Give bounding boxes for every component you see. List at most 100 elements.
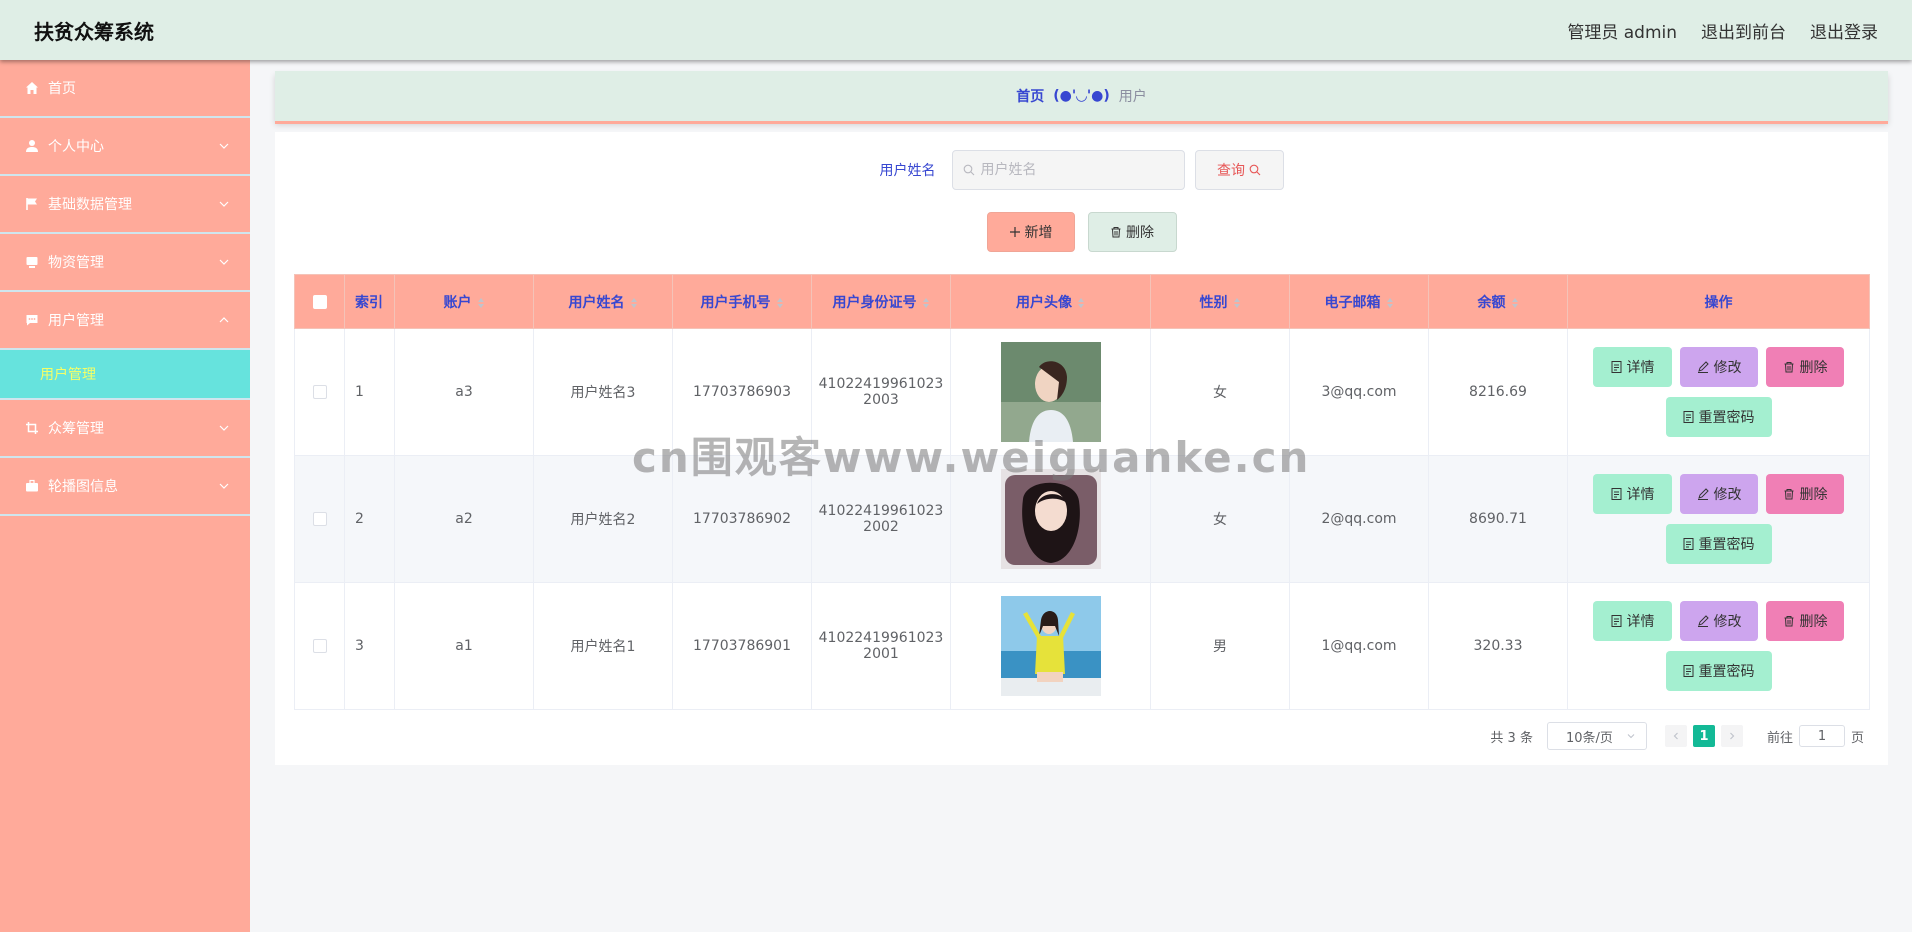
select-all-checkbox[interactable]: [312, 294, 327, 309]
sidebar-item-crowdfunding[interactable]: 众筹管理: [0, 400, 250, 458]
sidebar-item-home[interactable]: 首页: [0, 60, 250, 118]
home-icon: [24, 80, 40, 96]
cell-name: 用户姓名3: [533, 328, 673, 456]
cell-account: a1: [394, 582, 534, 710]
goto-page-input[interactable]: [1798, 725, 1845, 747]
sort-icon[interactable]: [1386, 297, 1394, 309]
sort-icon[interactable]: [1077, 297, 1085, 309]
delete-button[interactable]: 删除: [1766, 347, 1844, 387]
document-icon: [1683, 411, 1693, 423]
batch-delete-button[interactable]: 删除: [1087, 212, 1177, 252]
sidebar-item-carousel[interactable]: 轮播图信息: [0, 458, 250, 516]
select-all-cell: [294, 274, 345, 329]
row-checkbox[interactable]: [312, 512, 327, 526]
prev-page-button[interactable]: [1664, 725, 1687, 747]
user-icon: [24, 138, 40, 154]
edit-button[interactable]: 修改: [1680, 347, 1758, 387]
box-icon: [24, 254, 40, 270]
app-title: 扶贫众筹系统: [34, 19, 154, 44]
row-checkbox[interactable]: [312, 639, 327, 653]
edit-icon: [1697, 488, 1709, 500]
logout-link[interactable]: 退出登录: [1810, 18, 1878, 43]
user-avatar-image[interactable]: [1000, 596, 1101, 696]
chevron-down-icon: [219, 425, 229, 431]
edit-button[interactable]: 修改: [1680, 601, 1758, 641]
sort-icon[interactable]: [477, 297, 485, 309]
search-icon: [1249, 164, 1261, 176]
header-gender[interactable]: 性别: [1150, 274, 1290, 329]
chevron-right-icon: [1730, 732, 1735, 740]
delete-button[interactable]: 删除: [1766, 601, 1844, 641]
header-account[interactable]: 账户: [394, 274, 534, 329]
delete-button-label: 删除: [1799, 359, 1828, 375]
page-size-select[interactable]: 10条/页: [1546, 722, 1647, 750]
detail-button-label: 详情: [1626, 359, 1655, 375]
sort-icon[interactable]: [1511, 297, 1519, 309]
flag-icon: [24, 196, 40, 212]
sidebar-item-label: 个人中心: [48, 139, 104, 155]
delete-button[interactable]: 删除: [1766, 474, 1844, 514]
cell-index: 1: [344, 328, 395, 456]
header-balance[interactable]: 余额: [1428, 274, 1568, 329]
detail-button-label: 详情: [1626, 613, 1655, 629]
sidebar-item-base-data[interactable]: 基础数据管理: [0, 176, 250, 234]
header-avatar[interactable]: 用户头像: [950, 274, 1151, 329]
cell-email: 1@qq.com: [1289, 582, 1429, 710]
reset-password-label: 重置密码: [1698, 536, 1755, 552]
header-name[interactable]: 用户姓名: [533, 274, 673, 329]
chevron-left-icon: [1673, 732, 1678, 740]
id-card-line: 41022419961023: [818, 630, 944, 646]
sort-icon[interactable]: [776, 297, 784, 309]
cell-gender: 女: [1150, 328, 1290, 456]
cell-index: 3: [344, 582, 395, 710]
breadcrumb-home[interactable]: 首页: [1016, 86, 1044, 106]
reset-password-button[interactable]: 重置密码: [1665, 651, 1772, 691]
add-button[interactable]: 新增: [986, 212, 1075, 252]
breadcrumb: 首页 (●'◡'●) 用户: [275, 71, 1888, 121]
header-email-label: 电子邮箱: [1324, 294, 1381, 311]
header-email[interactable]: 电子邮箱: [1289, 274, 1429, 329]
sort-icon[interactable]: [922, 297, 930, 309]
sidebar-item-profile[interactable]: 个人中心: [0, 118, 250, 176]
header-actions: 管理员 admin 退出到前台 退出登录: [1567, 18, 1878, 43]
reset-password-button[interactable]: 重置密码: [1665, 524, 1772, 564]
sidebar-item-users[interactable]: 用户管理: [0, 292, 250, 350]
edit-button[interactable]: 修改: [1680, 474, 1758, 514]
sort-icon[interactable]: [630, 297, 638, 309]
query-button[interactable]: 查询: [1194, 150, 1284, 190]
detail-button[interactable]: 详情: [1593, 347, 1672, 387]
row-checkbox[interactable]: [312, 385, 327, 399]
sidebar-item-materials[interactable]: 物资管理: [0, 234, 250, 292]
trash-icon: [1784, 362, 1793, 373]
document-icon: [1611, 615, 1621, 627]
header-phone[interactable]: 用户手机号: [672, 274, 812, 329]
to-front-link[interactable]: 退出到前台: [1701, 18, 1786, 43]
next-page-button[interactable]: [1720, 725, 1743, 747]
cell-account: a2: [394, 455, 534, 583]
query-button-label: 查询: [1217, 163, 1245, 179]
reset-password-button[interactable]: 重置密码: [1665, 397, 1772, 437]
chevron-down-icon: [219, 143, 229, 149]
content-card: 用户姓名 查询 新增 删除 索引 账户 用户姓名: [275, 132, 1888, 765]
cell-avatar: [950, 328, 1151, 456]
cell-email: 2@qq.com: [1289, 455, 1429, 583]
search-input[interactable]: [980, 162, 1171, 178]
detail-button[interactable]: 详情: [1593, 601, 1672, 641]
user-table: 索引 账户 用户姓名 用户手机号 用户身份证号 用户头像 性别 电子邮箱 余额 …: [294, 274, 1870, 710]
cell-balance: 320.33: [1428, 582, 1568, 710]
page-number-button[interactable]: 1: [1692, 725, 1715, 747]
page-size-value: 10条/页: [1565, 730, 1613, 746]
header-id-card[interactable]: 用户身份证号: [811, 274, 951, 329]
edit-button-label: 修改: [1713, 613, 1742, 629]
id-card-line: 41022419961023: [818, 503, 944, 519]
user-avatar-image[interactable]: [1000, 342, 1101, 442]
reset-password-label: 重置密码: [1698, 409, 1755, 425]
sidebar-subitem-user-management[interactable]: 用户管理: [0, 350, 250, 400]
sidebar: 首页 个人中心 基础数据管理 物资管理 用户管理 用户管理 众筹管理 轮播图信息: [0, 60, 250, 932]
cell-ops: 详情 修改 删除 重置密码: [1567, 582, 1870, 710]
sort-icon[interactable]: [1233, 297, 1241, 309]
detail-button[interactable]: 详情: [1593, 474, 1672, 514]
user-avatar-image[interactable]: [1000, 469, 1101, 569]
chevron-down-icon: [219, 201, 229, 207]
header-ops: 操作: [1567, 274, 1870, 329]
